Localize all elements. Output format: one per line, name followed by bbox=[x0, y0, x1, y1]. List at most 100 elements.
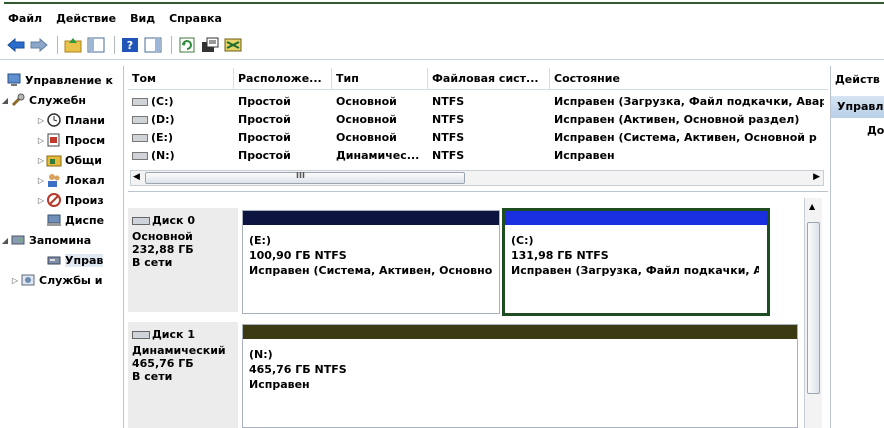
collapsed-arrow-icon[interactable]: ▷ bbox=[36, 196, 46, 205]
toolbar: ? bbox=[0, 30, 884, 60]
volume-e-status: Исправен (Система, Активен, Основно bbox=[249, 264, 493, 277]
tree-item-event-viewer[interactable]: ▷ Просм bbox=[36, 130, 105, 150]
help-icon[interactable]: ? bbox=[120, 35, 140, 55]
horizontal-scrollbar[interactable]: ◀ III ▶ bbox=[130, 170, 824, 186]
menu-view[interactable]: Вид bbox=[130, 12, 155, 25]
storage-icon bbox=[10, 232, 26, 248]
disk-settings-icon[interactable] bbox=[223, 35, 243, 55]
drive-icon bbox=[132, 152, 148, 160]
actions-pane: Действ Управл До bbox=[830, 66, 884, 428]
scroll-left-arrow-icon[interactable]: ◀ bbox=[133, 172, 140, 182]
volume-c-selected[interactable]: (C:) 131,98 ГБ NTFS Исправен (Загрузка, … bbox=[502, 208, 770, 316]
volume-e-size: 100,90 ГБ NTFS bbox=[249, 249, 347, 262]
tree-item-local-users[interactable]: ▷ Локал bbox=[36, 170, 105, 190]
disk-0-label[interactable]: Диск 0 Основной 232,88 ГБ В сети bbox=[128, 208, 238, 312]
tree-item-computer-management[interactable]: Управление к bbox=[6, 70, 113, 90]
properties-icon[interactable] bbox=[200, 35, 220, 55]
drive-icon bbox=[132, 134, 148, 142]
collapsed-arrow-icon[interactable]: ▷ bbox=[36, 136, 46, 145]
menu-action[interactable]: Действие bbox=[56, 12, 116, 25]
tree-item-system-tools[interactable]: ◢ Служебн bbox=[0, 90, 86, 110]
tools-icon bbox=[10, 92, 26, 108]
volume-bar-primary bbox=[243, 211, 499, 225]
disk-icon bbox=[132, 330, 150, 339]
disk-1-size: 465,76 ГБ bbox=[132, 357, 194, 370]
up-folder-icon[interactable] bbox=[63, 35, 83, 55]
disk-1-type: Динамический bbox=[132, 344, 226, 357]
volume-n-name: (N:) bbox=[249, 348, 273, 361]
disk-0-size: 232,88 ГБ bbox=[132, 243, 194, 256]
volume-bar-selected bbox=[505, 211, 767, 225]
vertical-scroll-thumb[interactable] bbox=[807, 222, 820, 394]
refresh-icon[interactable] bbox=[177, 35, 197, 55]
column-header-volume[interactable]: Том bbox=[128, 68, 234, 90]
tree-item-performance[interactable]: ▷ Произ bbox=[36, 190, 104, 210]
shared-folders-icon bbox=[46, 152, 62, 168]
collapsed-arrow-icon[interactable]: ▷ bbox=[36, 156, 46, 165]
disk-management-icon bbox=[46, 252, 62, 268]
column-header-type[interactable]: Тип bbox=[332, 68, 428, 90]
show-hide-action-pane-icon[interactable] bbox=[143, 35, 163, 55]
volume-c-name: (C:) bbox=[511, 234, 534, 247]
event-viewer-icon bbox=[46, 132, 62, 148]
disk-0-status: В сети bbox=[132, 256, 173, 269]
menu-help[interactable]: Справка bbox=[169, 12, 222, 25]
menu-file[interactable]: Файл bbox=[8, 12, 42, 25]
users-icon bbox=[46, 172, 62, 188]
volume-n[interactable]: (N:) 465,76 ГБ NTFS Исправен bbox=[242, 324, 798, 428]
tree-item-device-manager[interactable]: Диспе bbox=[46, 210, 104, 230]
scroll-up-arrow-icon[interactable]: ▲ bbox=[809, 202, 815, 211]
table-row[interactable]: (E:) Простой Основной NTFS Исправен (Сис… bbox=[128, 129, 828, 147]
toolbar-separator bbox=[114, 35, 115, 54]
collapsed-arrow-icon[interactable]: ▷ bbox=[10, 276, 20, 285]
navigation-tree: Управление к ◢ Служебн ▷ Плани ▷ Просм ▷… bbox=[0, 66, 124, 428]
volume-e[interactable]: (E:) 100,90 ГБ NTFS Исправен (Система, А… bbox=[242, 210, 500, 314]
drive-icon bbox=[132, 116, 148, 124]
disk-icon bbox=[132, 216, 150, 225]
disk-0-name: Диск 0 bbox=[152, 214, 195, 227]
scroll-right-arrow-icon[interactable]: ▶ bbox=[813, 172, 820, 182]
volume-c-status: Исправен (Загрузка, Файл подкачки, А bbox=[511, 264, 759, 277]
column-header-status[interactable]: Состояние bbox=[550, 68, 828, 90]
table-row[interactable]: (C:) Простой Основной NTFS Исправен (Заг… bbox=[128, 93, 828, 111]
disk-1-status: В сети bbox=[132, 370, 173, 383]
back-icon[interactable] bbox=[6, 35, 26, 55]
svg-text:?: ? bbox=[127, 39, 133, 52]
top-border-line bbox=[4, 2, 884, 4]
tree-item-services[interactable]: ▷ Службы и bbox=[10, 270, 103, 290]
expanded-arrow-icon[interactable]: ◢ bbox=[0, 96, 10, 105]
tree-item-storage[interactable]: ◢ Запомина bbox=[0, 230, 91, 250]
volume-bar-dynamic bbox=[243, 325, 797, 339]
horizontal-scroll-thumb[interactable]: III bbox=[145, 171, 465, 184]
disk-map: Диск 0 Основной 232,88 ГБ В сети (E:) 10… bbox=[128, 198, 818, 428]
drive-icon bbox=[132, 98, 148, 106]
services-icon bbox=[20, 272, 36, 288]
expanded-arrow-icon[interactable]: ◢ bbox=[0, 236, 10, 245]
scroll-grip-marker: III bbox=[296, 171, 305, 180]
actions-header: Действ bbox=[835, 73, 880, 86]
actions-more-item[interactable]: До bbox=[867, 124, 884, 137]
volume-list: Том Расположе... Тип Файловая сист... Со… bbox=[128, 66, 828, 192]
column-header-layout[interactable]: Расположе... bbox=[234, 68, 332, 90]
volume-e-name: (E:) bbox=[249, 234, 271, 247]
tree-item-shared-folders[interactable]: ▷ Общи bbox=[36, 150, 102, 170]
collapsed-arrow-icon[interactable]: ▷ bbox=[36, 116, 46, 125]
device-manager-icon bbox=[46, 212, 62, 228]
collapsed-arrow-icon[interactable]: ▷ bbox=[36, 176, 46, 185]
table-row[interactable]: (N:) Простой Динамичес... NTFS Исправен bbox=[128, 147, 828, 165]
actions-section-disk-management[interactable]: Управл bbox=[831, 96, 884, 118]
tree-item-scheduler[interactable]: ▷ Плани bbox=[36, 110, 105, 130]
clock-icon bbox=[46, 112, 62, 128]
volume-list-header: Том Расположе... Тип Файловая сист... Со… bbox=[128, 68, 828, 90]
forward-icon[interactable] bbox=[29, 35, 49, 55]
toolbar-separator bbox=[171, 35, 172, 54]
tree-item-disk-management[interactable]: Управ bbox=[46, 250, 104, 270]
show-hide-tree-icon[interactable] bbox=[86, 35, 106, 55]
performance-icon bbox=[46, 192, 62, 208]
disk-1-name: Диск 1 bbox=[152, 328, 195, 341]
column-header-filesystem[interactable]: Файловая сист... bbox=[428, 68, 550, 90]
vertical-scrollbar[interactable]: ▲ bbox=[804, 198, 822, 428]
disk-1-label[interactable]: Диск 1 Динамический 465,76 ГБ В сети bbox=[128, 322, 238, 428]
table-row[interactable]: (D:) Простой Основной NTFS Исправен (Акт… bbox=[128, 111, 828, 129]
volume-c-size: 131,98 ГБ NTFS bbox=[511, 249, 609, 262]
